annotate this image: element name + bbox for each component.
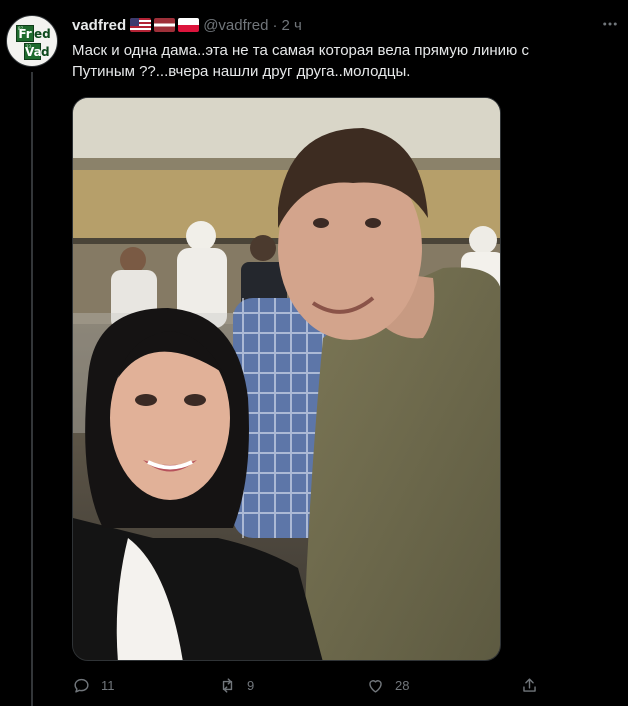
repost-count: 9 bbox=[247, 677, 255, 693]
action-bar: 11 9 28 bbox=[72, 674, 542, 696]
avatar[interactable]: 87 Fr ed 23 Va d bbox=[6, 15, 58, 67]
share-button[interactable] bbox=[520, 674, 549, 696]
latvia-flag-icon bbox=[154, 18, 176, 32]
avatar-text-ed: ed bbox=[34, 27, 51, 41]
reply-button[interactable]: 11 bbox=[72, 674, 115, 696]
photo-illustration bbox=[73, 98, 500, 660]
share-icon bbox=[523, 677, 536, 692]
author-name[interactable]: vadfred bbox=[72, 17, 126, 34]
avatar-text-d: d bbox=[41, 45, 50, 59]
heart-icon bbox=[369, 679, 382, 693]
avatar-tile-va: 23 Va bbox=[24, 43, 42, 60]
post-time[interactable]: 2 ч bbox=[281, 17, 301, 34]
more-options-icon[interactable] bbox=[599, 13, 621, 35]
post-header: vadfred @vadfred · 2 ч bbox=[72, 15, 302, 35]
post-image[interactable] bbox=[72, 97, 501, 661]
poland-flag-icon bbox=[178, 18, 200, 32]
like-button[interactable]: 28 bbox=[366, 674, 409, 696]
thread-line bbox=[31, 72, 33, 706]
like-count: 28 bbox=[395, 677, 410, 693]
post-text: Маск и одна дама..эта не та самая котора… bbox=[72, 42, 529, 80]
avatar-tile-fr: 87 Fr bbox=[16, 25, 34, 42]
repost-icon bbox=[222, 677, 233, 693]
separator-dot: · bbox=[272, 16, 278, 34]
author-handle[interactable]: @vadfred bbox=[203, 17, 268, 34]
repost-button[interactable]: 9 bbox=[218, 674, 254, 696]
reply-icon bbox=[74, 678, 89, 693]
reply-count: 11 bbox=[101, 677, 115, 693]
us-flag-icon bbox=[130, 18, 152, 32]
